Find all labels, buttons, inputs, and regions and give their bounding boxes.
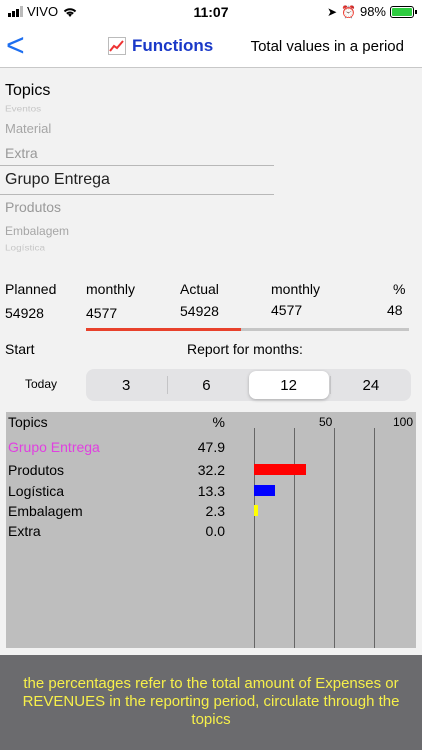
scale-gridline — [334, 428, 335, 648]
battery-percent: 98% — [359, 4, 386, 19]
footer-hint: the percentages refer to the total amoun… — [0, 655, 422, 750]
location-arrow-icon: ➤ — [326, 4, 338, 19]
scale-gridline — [374, 428, 375, 648]
table-row-name: Embalagem — [8, 503, 83, 519]
percent-label: % — [393, 281, 406, 297]
monthly-planned-label: monthly — [86, 281, 136, 297]
monthly-planned-value: 4577 — [86, 305, 118, 321]
topic-item[interactable]: Eventos — [5, 105, 41, 114]
table-row-percent: 13.3 — [197, 483, 225, 499]
chart-increasing-icon — [108, 37, 126, 55]
months-segmented-control[interactable]: 3 6 12 24 — [86, 369, 411, 401]
battery-icon — [390, 5, 417, 18]
table-row-percent: 2.3 — [205, 503, 225, 519]
scale-label-100: 100 — [393, 415, 414, 429]
scale-label-50: 50 — [319, 415, 333, 429]
budget-progress-bar — [86, 328, 409, 331]
table-row-name: Extra — [8, 523, 41, 539]
table-row-percent: 0.0 — [205, 523, 225, 539]
percent-bar — [254, 485, 276, 496]
today-button[interactable]: Today — [25, 377, 57, 391]
planned-label: Planned — [5, 281, 57, 297]
report-title: Report for months: — [187, 341, 303, 357]
segment-divider — [330, 376, 331, 394]
table-row-name: Produtos — [8, 462, 65, 478]
monthly-actual-label: monthly — [271, 281, 321, 297]
segment-6-months[interactable]: 6 — [166, 369, 246, 401]
picker-separator — [0, 194, 274, 195]
status-bar: VIVO 11:07 ➤ ⏰ 98% — [0, 0, 422, 24]
topic-item[interactable]: Produtos — [5, 199, 61, 215]
page-title-text: Functions — [132, 36, 214, 55]
scale-gridline — [254, 428, 255, 648]
actual-label: Actual — [180, 281, 219, 297]
group-percent: 47.9 — [197, 439, 225, 455]
status-right: ➤ ⏰ 98% — [326, 4, 417, 19]
table-row-name: Logística — [8, 483, 65, 499]
monthly-actual-value: 4577 — [271, 302, 303, 318]
budget-progress-fill — [86, 328, 242, 331]
table-header-percent: % — [212, 414, 225, 430]
segment-24-months[interactable]: 24 — [331, 369, 411, 401]
percent-value: 48 — [387, 302, 403, 318]
table-row-percent: 32.2 — [197, 462, 225, 478]
topic-item[interactable]: Logística — [5, 244, 45, 253]
topic-header: Topics — [5, 82, 51, 99]
topic-item[interactable]: Material — [5, 121, 51, 136]
back-button[interactable]: < — [6, 29, 25, 61]
period-mode-label[interactable]: Total values in a period — [251, 38, 404, 55]
navigation-bar: < Functions Total values in a period — [0, 24, 422, 68]
picker-separator — [0, 165, 274, 166]
page-title: Functions — [108, 36, 213, 56]
segment-divider — [167, 376, 168, 394]
topic-item[interactable]: Extra — [5, 145, 38, 161]
percent-bar — [254, 464, 306, 475]
segment-12-months[interactable]: 12 — [248, 371, 329, 399]
topic-item[interactable]: Embalagem — [5, 224, 69, 238]
topic-item-selected[interactable]: Grupo Entrega — [5, 171, 110, 189]
planned-value: 54928 — [5, 305, 44, 321]
table-header-topics: Topics — [8, 414, 48, 430]
start-label: Start — [5, 341, 35, 357]
alarm-icon: ⏰ — [341, 4, 356, 19]
actual-value: 54928 — [180, 303, 219, 319]
percent-bar — [254, 505, 258, 516]
segment-3-months[interactable]: 3 — [86, 369, 166, 401]
scale-gridline — [294, 428, 295, 648]
group-name: Grupo Entrega — [8, 439, 100, 455]
